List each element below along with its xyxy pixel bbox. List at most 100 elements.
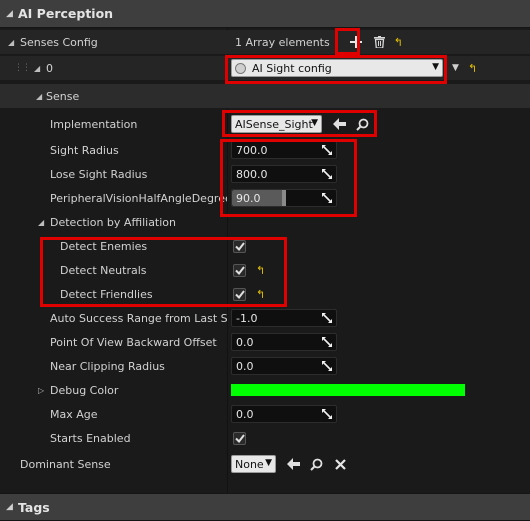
drag-grip-icon [322, 193, 332, 203]
element-index-label: 0 [46, 61, 53, 75]
sight-radius-label: Sight Radius [50, 143, 119, 157]
use-selected-arrow-icon[interactable] [285, 456, 301, 472]
reset-arrow-icon[interactable]: ↰ [256, 265, 265, 276]
collapse-arrow-icon[interactable]: ◢ [6, 9, 16, 19]
detect-neutrals-label: Detect Neutrals [60, 263, 147, 277]
lose-sight-radius-input[interactable]: 800.0 [231, 165, 337, 183]
detect-friendlies-row: Detect Friendlies ↰ [0, 282, 530, 306]
checkmark-icon [234, 241, 245, 251]
expand-arrow-icon[interactable]: ◢ [8, 38, 18, 47]
detection-affiliation-label: Detection by Affiliation [50, 215, 177, 229]
pov-offset-input[interactable]: 0.0 [231, 333, 337, 351]
peripheral-vision-slider[interactable]: 90.0 [231, 189, 337, 207]
expand-arrow-icon[interactable]: ◢ [36, 92, 46, 101]
chevron-down-icon: ▼ [311, 118, 318, 128]
auto-success-value: -1.0 [236, 311, 258, 325]
browse-search-icon[interactable] [308, 456, 324, 472]
collapsed-arrow-icon[interactable]: ▷ [38, 386, 48, 395]
dominant-sense-label: Dominant Sense [20, 457, 111, 471]
auto-success-label: Auto Success Range from Last Seen [50, 311, 227, 325]
checkmark-icon [234, 289, 245, 299]
drag-grip-icon [322, 169, 332, 179]
max-age-input[interactable]: 0.0 [231, 405, 337, 423]
browse-search-icon[interactable] [354, 116, 370, 132]
starts-enabled-row: Starts Enabled [0, 426, 530, 450]
lose-sight-radius-row: Lose Sight Radius 800.0 [0, 162, 530, 186]
lose-sight-radius-value: 800.0 [236, 167, 268, 181]
detect-enemies-row: Detect Enemies [0, 234, 530, 258]
drag-handle-icon[interactable]: ⋮⋮ [14, 63, 31, 73]
expand-arrow-icon[interactable]: ◢ [34, 64, 44, 73]
expand-arrow-icon[interactable]: ◢ [38, 218, 48, 227]
category-title: AI Perception [18, 6, 114, 21]
lose-sight-radius-label: Lose Sight Radius [50, 167, 148, 181]
senses-config-row: ◢ Senses Config 1 Array elements ↰ [0, 30, 530, 54]
detection-affiliation-row: ◢ Detection by Affiliation [0, 210, 530, 234]
trash-icon[interactable] [372, 34, 388, 50]
sight-radius-row: Sight Radius 700.0 [0, 138, 530, 162]
drag-grip-icon [322, 313, 332, 323]
chevron-down-icon: ▼ [265, 458, 272, 468]
near-clip-row: Near Clipping Radius 0.0 [0, 354, 530, 378]
detect-friendlies-label: Detect Friendlies [60, 287, 153, 301]
near-clip-value: 0.0 [236, 359, 254, 373]
drag-grip-icon [322, 409, 332, 419]
pov-offset-label: Point Of View Backward Offset [50, 335, 217, 349]
dominant-sense-dropdown[interactable]: None ▼ [231, 455, 276, 473]
ai-perception-header[interactable]: ◢ AI Perception [0, 0, 530, 28]
max-age-label: Max Age [50, 407, 98, 421]
clear-x-icon[interactable] [332, 456, 348, 472]
asset-circle-icon [235, 62, 246, 74]
senses-config-label: Senses Config [20, 35, 98, 49]
reset-arrow-icon[interactable]: ↰ [394, 37, 403, 48]
options-chevron-icon[interactable]: ▼ [452, 63, 459, 73]
sight-radius-input[interactable]: 700.0 [231, 141, 337, 159]
peripheral-vision-label: PeripheralVisionHalfAngleDegrees [50, 191, 227, 205]
implementation-dropdown[interactable]: AISense_Sight ▼ [231, 115, 322, 133]
sense-row: ◢ Sense [0, 84, 530, 108]
sense-label: Sense [46, 89, 80, 103]
drag-grip-icon [322, 361, 332, 371]
reset-arrow-icon[interactable]: ↰ [468, 63, 477, 74]
implementation-value: AISense_Sight [235, 117, 313, 131]
debug-color-swatch[interactable] [231, 384, 465, 396]
near-clip-input[interactable]: 0.0 [231, 357, 337, 375]
drag-grip-icon [322, 337, 332, 347]
use-selected-arrow-icon[interactable] [331, 116, 347, 132]
drag-grip-icon [322, 145, 332, 155]
tags-header[interactable]: ◢ Tags [0, 493, 530, 521]
array-element-row: ⋮⋮ ◢ 0 AI Sight config ▼ ▼ ↰ [0, 56, 530, 80]
starts-enabled-label: Starts Enabled [50, 431, 131, 445]
implementation-row: Implementation AISense_Sight ▼ [0, 112, 530, 136]
peripheral-vision-value: 90.0 [236, 191, 261, 205]
reset-arrow-icon[interactable]: ↰ [256, 289, 265, 300]
peripheral-vision-row: PeripheralVisionHalfAngleDegrees 90.0 [0, 186, 530, 210]
auto-success-input[interactable]: -1.0 [231, 309, 337, 327]
starts-enabled-checkbox[interactable] [233, 431, 246, 445]
detect-neutrals-row: Detect Neutrals ↰ [0, 258, 530, 282]
debug-color-label: Debug Color [50, 383, 119, 397]
add-element-icon[interactable] [348, 34, 364, 50]
slider-knob[interactable] [282, 190, 286, 206]
checkmark-icon [234, 433, 245, 443]
sight-radius-value: 700.0 [236, 143, 268, 157]
detect-friendlies-checkbox[interactable] [233, 287, 246, 301]
pov-offset-value: 0.0 [236, 335, 254, 349]
dominant-sense-row: Dominant Sense None ▼ [0, 452, 530, 476]
category-title: Tags [18, 499, 50, 515]
sense-config-dropdown[interactable]: AI Sight config ▼ [231, 59, 443, 77]
debug-color-row: ▷ Debug Color [0, 378, 530, 402]
collapse-arrow-icon[interactable]: ◢ [6, 502, 16, 512]
detect-enemies-label: Detect Enemies [60, 239, 148, 253]
implementation-label: Implementation [50, 117, 138, 131]
max-age-row: Max Age 0.0 [0, 402, 530, 426]
pov-offset-row: Point Of View Backward Offset 0.0 [0, 330, 530, 354]
array-count: 1 Array elements [235, 35, 330, 49]
detect-neutrals-checkbox[interactable] [233, 263, 246, 277]
near-clip-label: Near Clipping Radius [50, 359, 165, 373]
dominant-sense-value: None [235, 457, 264, 471]
detect-enemies-checkbox[interactable] [233, 239, 246, 253]
checkmark-icon [234, 265, 245, 275]
max-age-value: 0.0 [236, 407, 254, 421]
auto-success-row: Auto Success Range from Last Seen -1.0 [0, 306, 530, 330]
